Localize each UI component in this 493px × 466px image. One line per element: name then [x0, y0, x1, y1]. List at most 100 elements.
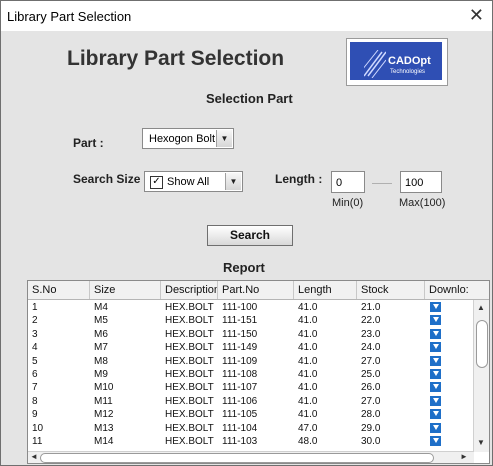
cell-size: M4 [94, 302, 108, 313]
column-header-length[interactable]: Length [294, 281, 357, 299]
cell-stock: 27.0 [361, 395, 381, 407]
search-button[interactable]: Search [207, 225, 293, 246]
cell-length: 41.0 [298, 369, 318, 380]
download-icon[interactable] [430, 342, 441, 353]
search-size-value: Show All [167, 176, 210, 188]
cell-sno: 10 [32, 422, 44, 434]
cell-stock: 25.0 [361, 369, 381, 380]
column-header-size[interactable]: Size [90, 281, 161, 299]
company-logo: CADOpt Technologies [346, 38, 448, 86]
cell-length: 41.0 [298, 302, 318, 313]
download-icon[interactable] [430, 409, 441, 420]
cell-description: HEX.BOLT [165, 436, 214, 447]
table-row[interactable]: 5 M8 HEX.BOLT 111-109 41.0 27.0 [28, 355, 473, 367]
cell-sno: 7 [32, 382, 38, 394]
download-icon[interactable] [430, 436, 441, 446]
table-row[interactable]: 10 M13 HEX.BOLT 111-104 47.0 29.0 [28, 422, 473, 434]
scroll-left-icon[interactable]: ◄ [30, 452, 38, 461]
cell-description: HEX.BOLT [165, 315, 214, 327]
cell-length: 41.0 [298, 342, 318, 354]
table-row[interactable]: 6 M9 HEX.BOLT 111-108 41.0 25.0 [28, 369, 473, 380]
scroll-right-icon[interactable]: ► [460, 452, 468, 461]
column-header-download[interactable]: Downlo: [425, 281, 489, 299]
cell-partno: 111-107 [222, 382, 258, 394]
cell-stock: 22.0 [361, 315, 381, 327]
cell-sno: 5 [32, 355, 38, 367]
horizontal-scroll-thumb[interactable] [40, 453, 434, 463]
cell-size: M6 [94, 328, 108, 340]
table-header: S.No Size Description Part.No Length Sto… [28, 281, 489, 300]
cell-stock: 30.0 [361, 436, 381, 447]
vertical-scrollbar[interactable]: ▲ ▼ [473, 300, 489, 452]
column-header-stock[interactable]: Stock [357, 281, 425, 299]
cell-length: 41.0 [298, 315, 318, 327]
cell-sno: 9 [32, 409, 38, 421]
horizontal-scrollbar[interactable]: ◄ ► [28, 451, 474, 463]
table-row[interactable]: 2 M5 HEX.BOLT 111-151 41.0 22.0 [28, 315, 473, 326]
length-max-input[interactable]: 100 [400, 171, 442, 193]
cell-stock: 27.0 [361, 355, 381, 367]
scroll-down-icon[interactable]: ▼ [477, 438, 485, 447]
max-hint-label: Max(100) [399, 197, 446, 209]
cell-size: M12 [94, 409, 114, 421]
cell-sno: 3 [32, 328, 38, 340]
show-all-checkbox[interactable]: ✓ [150, 176, 163, 189]
download-icon[interactable] [430, 422, 441, 433]
cell-sno: 2 [32, 315, 38, 327]
cell-partno: 111-151 [222, 315, 258, 327]
length-min-input[interactable]: 0 [331, 171, 365, 193]
logo-brand-text: CADOpt [388, 55, 431, 67]
table-row[interactable]: 1 M4 HEX.BOLT 111-100 41.0 21.0 [28, 302, 473, 313]
logo-sub-text: Technologies [390, 69, 426, 75]
cell-sno: 1 [32, 302, 38, 313]
search-size-dropdown[interactable]: ✓ Show All ▼ [144, 171, 243, 192]
table-row[interactable]: 9 M12 HEX.BOLT 111-105 41.0 28.0 [28, 409, 473, 420]
cell-partno: 111-150 [222, 328, 258, 340]
cell-length: 41.0 [298, 328, 318, 340]
column-header-partno[interactable]: Part.No [218, 281, 294, 299]
cell-stock: 24.0 [361, 342, 381, 354]
table-row[interactable]: 3 M6 HEX.BOLT 111-150 41.0 23.0 [28, 328, 473, 340]
table-row[interactable]: 7 M10 HEX.BOLT 111-107 41.0 26.0 [28, 382, 473, 393]
cell-sno: 11 [32, 436, 43, 447]
column-header-description[interactable]: Description [161, 281, 218, 299]
download-icon[interactable] [430, 302, 441, 312]
column-header-sno[interactable]: S.No [28, 281, 90, 299]
title-bar[interactable]: Library Part Selection ✕ [1, 1, 492, 31]
table-row[interactable]: 11 M14 HEX.BOLT 111-103 48.0 30.0 [28, 436, 473, 447]
page-title: Library Part Selection [67, 47, 285, 70]
download-icon[interactable] [430, 315, 441, 326]
cell-partno: 111-104 [222, 422, 258, 434]
table-row[interactable]: 8 M11 HEX.BOLT 111-106 41.0 27.0 [28, 395, 473, 407]
part-label: Part : [73, 136, 104, 150]
download-icon[interactable] [430, 355, 441, 366]
cell-description: HEX.BOLT [165, 369, 214, 380]
cell-stock: 28.0 [361, 409, 381, 421]
cell-partno: 111-103 [222, 436, 258, 447]
download-icon[interactable] [430, 395, 441, 406]
logo-mark-icon [364, 50, 386, 78]
window-title: Library Part Selection [7, 9, 132, 24]
vertical-scroll-thumb[interactable] [476, 320, 488, 368]
cell-stock: 26.0 [361, 382, 381, 394]
scroll-up-icon[interactable]: ▲ [477, 303, 485, 312]
table-row[interactable]: 4 M7 HEX.BOLT 111-149 41.0 24.0 [28, 342, 473, 353]
chevron-down-icon[interactable]: ▼ [216, 130, 232, 147]
cell-length: 41.0 [298, 409, 318, 421]
selection-section-title: Selection Part [206, 91, 293, 106]
cell-sno: 4 [32, 342, 38, 354]
download-icon[interactable] [430, 382, 441, 393]
part-dropdown[interactable]: Hexogon Bolt ▼ [142, 128, 234, 149]
cell-size: M9 [94, 369, 108, 380]
chevron-down-icon[interactable]: ▼ [225, 173, 241, 190]
cell-stock: 21.0 [361, 302, 381, 313]
download-icon[interactable] [430, 369, 441, 379]
cell-length: 41.0 [298, 382, 318, 394]
report-table: S.No Size Description Part.No Length Sto… [27, 280, 490, 464]
download-icon[interactable] [430, 328, 441, 339]
close-icon[interactable]: ✕ [469, 5, 484, 26]
cell-size: M13 [94, 422, 114, 434]
cell-partno: 111-106 [222, 395, 258, 407]
cell-size: M14 [94, 436, 114, 447]
cell-description: HEX.BOLT [165, 395, 214, 407]
